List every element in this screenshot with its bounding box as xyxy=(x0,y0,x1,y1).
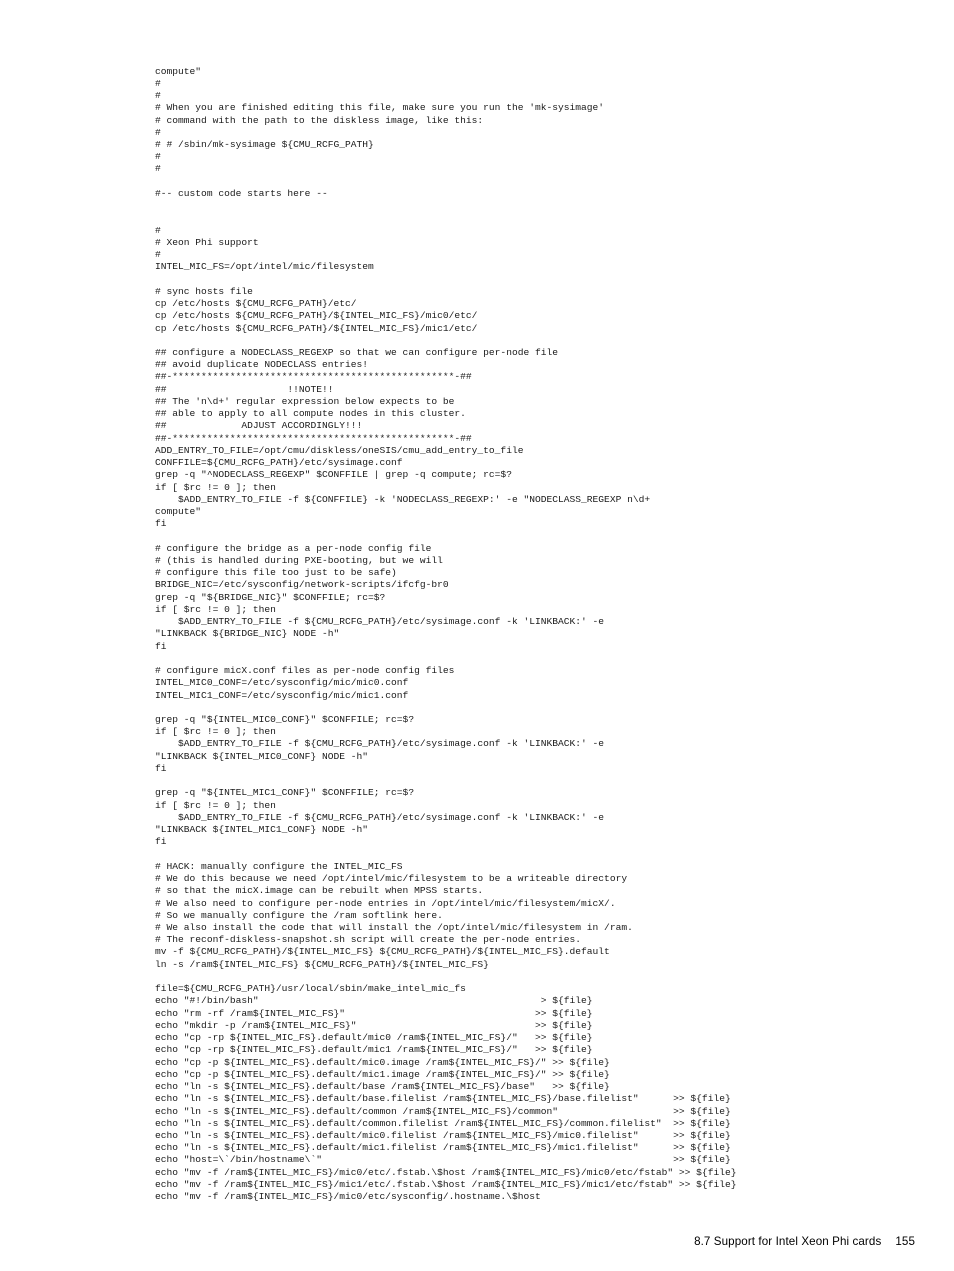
code-line: ## configure a NODECLASS_REGEXP so that … xyxy=(155,346,559,358)
code-line: ln -s /ram${INTEL_MIC_FS} ${CMU_RCFG_PAT… xyxy=(155,958,489,970)
code-line: if [ $rc != 0 ]; then xyxy=(155,726,276,738)
footer-section-label: 8.7 Support for Intel Xeon Phi cards xyxy=(694,1235,882,1248)
code-line: if [ $rc != 0 ]; then xyxy=(155,603,276,615)
code-line: ##-*************************************… xyxy=(155,371,472,383)
code-line: ADD_ENTRY_TO_FILE=/opt/cmu/diskless/oneS… xyxy=(155,444,524,456)
code-line: echo "mv -f /ram${INTEL_MIC_FS}/mic1/etc… xyxy=(155,1178,737,1190)
code-line: echo "ln -s ${INTEL_MIC_FS}.default/comm… xyxy=(155,1117,731,1129)
code-line: $ADD_ENTRY_TO_FILE -f ${CMU_RCFG_PATH}/e… xyxy=(155,811,605,823)
code-line: ## able to apply to all compute nodes in… xyxy=(155,408,466,420)
code-line: # (this is handled during PXE-booting, b… xyxy=(155,554,443,566)
code-line: grep -q "^NODECLASS_REGEXP" $CONFFILE | … xyxy=(155,469,512,481)
code-line: $ADD_ENTRY_TO_FILE -f ${CONFFILE} -k 'NO… xyxy=(155,493,651,505)
code-line: # configure the bridge as a per-node con… xyxy=(155,542,432,554)
code-line: # xyxy=(155,151,161,163)
code-line: echo "rm -rf /ram${INTEL_MIC_FS}" >> ${f… xyxy=(155,1007,593,1019)
code-line: # xyxy=(155,90,161,102)
code-line: compute" xyxy=(155,65,202,77)
code-line: echo "cp -p ${INTEL_MIC_FS}.default/mic0… xyxy=(155,1056,610,1068)
code-line: #-- custom code starts here -- xyxy=(155,187,328,199)
code-line: mv -f ${CMU_RCFG_PATH}/${INTEL_MIC_FS} $… xyxy=(155,946,610,958)
code-line: "LINKBACK ${INTEL_MIC0_CONF} NODE -h" xyxy=(155,750,369,762)
code-line: echo "ln -s ${INTEL_MIC_FS}.default/comm… xyxy=(155,1105,731,1117)
code-line: # We also install the code that will ins… xyxy=(155,922,633,933)
code-line: INTEL_MIC0_CONF=/etc/sysconfig/mic/mic0.… xyxy=(155,677,409,689)
code-line: grep -q "${INTEL_MIC0_CONF}" $CONFFILE; … xyxy=(155,714,415,726)
code-line: ## avoid duplicate NODECLASS entries! xyxy=(155,359,369,371)
code-line: fi xyxy=(155,640,167,652)
code-line: BRIDGE_NIC=/etc/sysconfig/network-script… xyxy=(155,579,449,591)
code-line: # Xeon Phi support xyxy=(155,236,259,248)
code-line: cp /etc/hosts ${CMU_RCFG_PATH}/${INTEL_M… xyxy=(155,322,478,334)
code-line: ## The 'n\d+' regular expression below e… xyxy=(155,395,455,407)
code-line: # xyxy=(155,126,161,138)
code-line: # # /sbin/mk-sysimage ${CMU_RCFG_PATH} xyxy=(155,139,374,150)
code-line: # We also need to configure per-node ent… xyxy=(155,897,616,909)
code-line: # So we manually configure the /ram soft… xyxy=(155,909,443,921)
code-line: # sync hosts file xyxy=(155,285,253,297)
code-line: $ADD_ENTRY_TO_FILE -f ${CMU_RCFG_PATH}/e… xyxy=(155,616,605,628)
code-line: ##-*************************************… xyxy=(155,432,472,444)
code-line: fi xyxy=(155,518,167,530)
code-line: if [ $rc != 0 ]; then xyxy=(155,799,276,811)
code-line: echo "cp -rp ${INTEL_MIC_FS}.default/mic… xyxy=(155,1044,593,1056)
code-line: $ADD_ENTRY_TO_FILE -f ${CMU_RCFG_PATH}/e… xyxy=(155,738,605,750)
code-line: # xyxy=(155,77,161,89)
code-line: # configure micX.conf files as per-node … xyxy=(155,665,455,677)
code-line: echo "cp -p ${INTEL_MIC_FS}.default/mic1… xyxy=(155,1068,610,1080)
code-line: "LINKBACK ${INTEL_MIC1_CONF} NODE -h" xyxy=(155,824,369,836)
code-line: cp /etc/hosts ${CMU_RCFG_PATH}/${INTEL_M… xyxy=(155,310,478,322)
code-line: fi xyxy=(155,762,167,774)
code-line: file=${CMU_RCFG_PATH}/usr/local/sbin/mak… xyxy=(155,983,466,995)
code-line: ## !!NOTE!! xyxy=(155,383,334,395)
code-line: echo "cp -rp ${INTEL_MIC_FS}.default/mic… xyxy=(155,1032,593,1044)
code-line: # xyxy=(155,224,161,236)
code-line: fi xyxy=(155,836,167,848)
code-line: INTEL_MIC1_CONF=/etc/sysconfig/mic/mic1.… xyxy=(155,689,409,701)
code-line: echo "#!/bin/bash" > ${file} xyxy=(155,995,593,1007)
code-line: compute" xyxy=(155,506,202,518)
code-line: echo "ln -s ${INTEL_MIC_FS}.default/base… xyxy=(155,1093,731,1105)
code-line: # configure this file too just to be saf… xyxy=(155,567,397,579)
page-footer: 8.7 Support for Intel Xeon Phi cards 155 xyxy=(155,1222,915,1248)
code-line: echo "host=\`/bin/hostname\`" >> ${file} xyxy=(155,1154,731,1166)
code-line: if [ $rc != 0 ]; then xyxy=(155,481,276,493)
code-line: # so that the micX.image can be rebuilt … xyxy=(155,885,484,897)
code-listing: compute" # # # When you are finished editin… xyxy=(155,66,915,1204)
code-line: echo "mv -f /ram${INTEL_MIC_FS}/mic0/etc… xyxy=(155,1191,541,1203)
code-line: echo "ln -s ${INTEL_MIC_FS}.default/base… xyxy=(155,1081,610,1093)
code-line: # When you are finished editing this fil… xyxy=(155,102,605,114)
code-line: ## ADJUST ACCORDINGLY!!! xyxy=(155,420,363,432)
code-line: # HACK: manually configure the INTEL_MIC… xyxy=(155,860,403,872)
code-line: cp /etc/hosts ${CMU_RCFG_PATH}/etc/ xyxy=(155,298,357,310)
code-line: # The reconf-diskless-snapshot.sh script… xyxy=(155,934,582,946)
code-line: echo "ln -s ${INTEL_MIC_FS}.default/mic1… xyxy=(155,1142,731,1154)
code-line: # xyxy=(155,249,161,261)
code-line: echo "mv -f /ram${INTEL_MIC_FS}/mic0/etc… xyxy=(155,1166,737,1178)
code-line: "LINKBACK ${BRIDGE_NIC} NODE -h" xyxy=(155,628,340,640)
code-line: # xyxy=(155,163,161,175)
code-line: # We do this because we need /opt/intel/… xyxy=(155,873,628,885)
code-line: grep -q "${INTEL_MIC1_CONF}" $CONFFILE; … xyxy=(155,787,415,799)
code-line: # command with the path to the diskless … xyxy=(155,114,484,126)
code-line: echo "ln -s ${INTEL_MIC_FS}.default/mic0… xyxy=(155,1129,731,1141)
code-line: echo "mkdir -p /ram${INTEL_MIC_FS}" >> $… xyxy=(155,1019,593,1031)
document-page: compute" # # # When you are finished editin… xyxy=(0,0,954,1271)
code-line: CONFFILE=${CMU_RCFG_PATH}/etc/sysimage.c… xyxy=(155,457,403,469)
footer-page-number: 155 xyxy=(895,1235,915,1248)
code-line: grep -q "${BRIDGE_NIC}" $CONFFILE; rc=$? xyxy=(155,591,386,603)
code-line: INTEL_MIC_FS=/opt/intel/mic/filesystem xyxy=(155,261,374,273)
